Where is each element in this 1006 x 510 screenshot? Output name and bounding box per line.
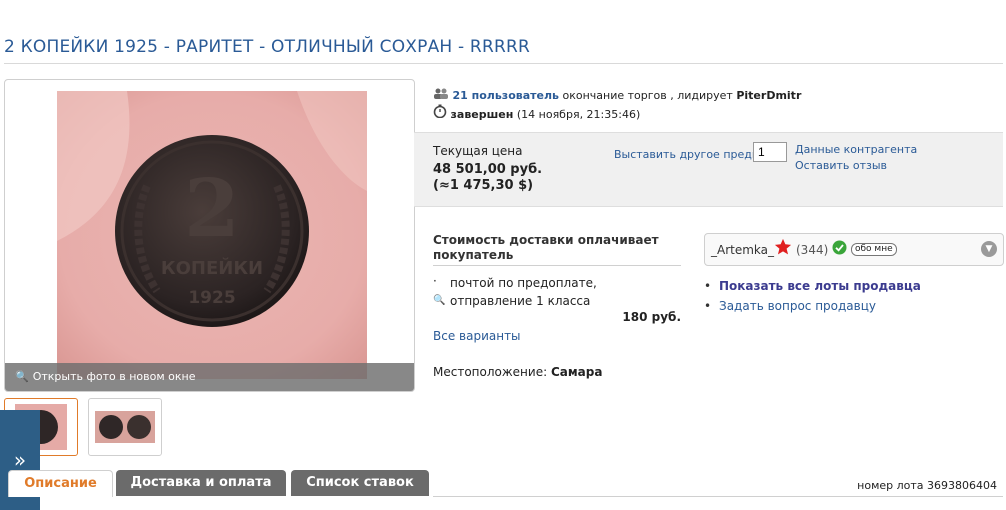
coin-word: КОПЕЙКИ	[161, 257, 263, 279]
lot-number: номер лота 3693806404	[857, 479, 997, 492]
tab-bid-list[interactable]: Список ставок	[291, 470, 429, 496]
bullet: ·	[433, 274, 437, 288]
shipping-method: почтой по предоплате, отправление 1 клас…	[450, 276, 597, 308]
leader-name[interactable]: PiterDmitr	[736, 89, 801, 102]
bidders-info: 21 пользователь окончание торгов , лидир…	[433, 88, 801, 102]
coin-photo: 2 КОПЕЙКИ 1925	[57, 91, 367, 379]
coin-denomination: 2	[184, 161, 240, 255]
seller-rating: (344)	[796, 243, 829, 257]
magnifier-icon: 🔍	[15, 370, 29, 383]
thumbnail-2[interactable]	[88, 398, 162, 456]
chevron-down-icon[interactable]: ▼	[981, 241, 997, 257]
show-all-seller-lots-link[interactable]: • Показать все лоты продавца	[704, 276, 921, 296]
quantity-input[interactable]	[753, 142, 787, 162]
about-me-badge[interactable]: обо мне	[851, 243, 897, 256]
tabs-divider	[433, 496, 1003, 497]
tab-description[interactable]: Описание	[8, 470, 113, 497]
star-icon	[774, 238, 792, 259]
stopwatch-icon	[433, 104, 451, 121]
contractor-data-link[interactable]: Данные контрагента	[795, 143, 917, 156]
title-divider	[4, 63, 1003, 64]
seller-card[interactable]: _Artemka_ (344) обо мне ▼	[704, 233, 1004, 266]
coin-year: 1925	[188, 288, 235, 308]
open-photo-new-window[interactable]: 🔍 Открыть фото в новом окне	[5, 363, 414, 391]
shipping-title: Стоимость доставки оплачивает покупатель	[433, 233, 681, 266]
location: Местоположение: Самара	[433, 365, 603, 379]
users-icon	[433, 88, 453, 102]
current-price: 48 501,00 руб.	[433, 162, 543, 177]
search-icon[interactable]: 🔍	[433, 295, 445, 306]
ask-seller-question-link[interactable]: • Задать вопрос продавцу	[704, 296, 921, 316]
price-panel: Текущая цена 48 501,00 руб. (≈1 475,30 $…	[414, 132, 1003, 207]
auction-status: завершен (14 ноября, 21:35:46)	[433, 104, 640, 121]
verified-check-icon	[832, 240, 847, 258]
leave-review-link[interactable]: Оставить отзыв	[795, 159, 887, 172]
main-photo[interactable]: 2 КОПЕЙКИ 1925 🔍 Открыть фото в новом окн…	[4, 79, 415, 392]
thumbnail-coins-image	[95, 411, 155, 443]
current-price-label: Текущая цена	[433, 144, 523, 158]
shipping-price: 180 руб.	[622, 310, 681, 324]
seller-links: • Показать все лоты продавца • Задать вопр…	[704, 276, 921, 316]
current-price-usd: (≈1 475,30 $)	[433, 178, 534, 193]
all-shipping-options-link[interactable]: Все варианты	[433, 329, 521, 343]
bid-other-item-link[interactable]: Выставить другое предм.:	[614, 148, 767, 161]
bidders-count-link[interactable]: 21 пользователь	[453, 89, 560, 102]
seller-name[interactable]: _Artemka_	[711, 243, 774, 257]
tab-delivery-payment[interactable]: Доставка и оплата	[116, 470, 286, 496]
lot-title: 2 КОПЕЙКИ 1925 - РАРИТЕТ - ОТЛИЧНЫЙ СОХР…	[4, 37, 530, 57]
